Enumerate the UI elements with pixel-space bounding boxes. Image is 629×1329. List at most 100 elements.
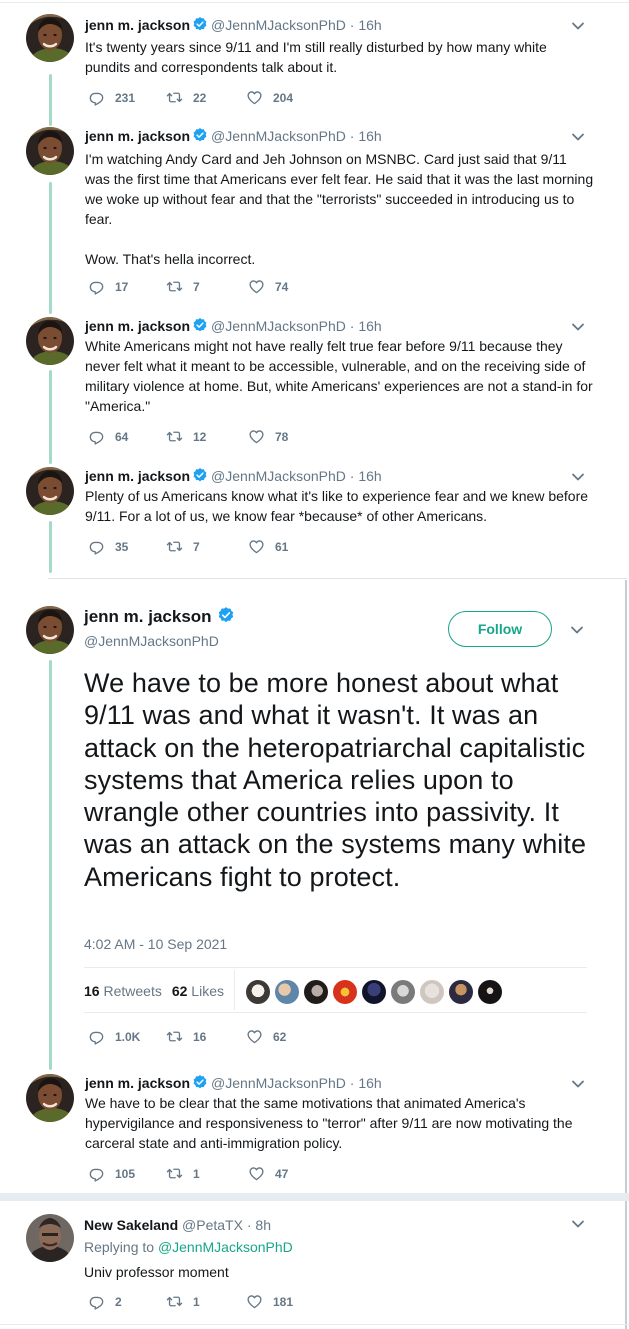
tweet-time[interactable]: 16h (358, 17, 381, 33)
bottom-border (0, 1324, 629, 1325)
liker-avatar[interactable] (304, 980, 328, 1004)
heart-icon (246, 1028, 263, 1045)
reply-icon (88, 1028, 105, 1045)
reply-button[interactable]: 231 (88, 89, 135, 106)
like-button[interactable]: 61 (248, 538, 288, 555)
avatar[interactable] (26, 1074, 74, 1122)
separator: · (349, 128, 355, 144)
chevron-down-icon[interactable] (570, 18, 586, 34)
reply-count: 1.0K (115, 1029, 141, 1044)
liker-avatars (246, 980, 502, 1004)
retweet-button[interactable]: 7 (166, 538, 200, 555)
tweet-header: jenn m. jackson @JennMJacksonPhD · 16h (85, 127, 382, 145)
author-name[interactable]: New Sakeland (84, 1217, 178, 1233)
tweet-header: jenn m. jackson @JennMJacksonPhD · 16h (85, 16, 382, 34)
reply-button[interactable]: 35 (88, 538, 128, 555)
author-handle[interactable]: @JennMJacksonPhD (211, 17, 346, 33)
retweet-icon (166, 1293, 183, 1310)
author-name[interactable]: jenn m. jackson (85, 17, 190, 33)
retweets-stat-label: Retweets (103, 983, 162, 999)
chevron-down-icon[interactable] (570, 469, 586, 485)
chevron-down-icon[interactable] (570, 129, 586, 145)
liker-avatar[interactable] (362, 980, 386, 1004)
retweet-button[interactable]: 7 (166, 278, 200, 295)
liker-avatar[interactable] (420, 980, 444, 1004)
tweet-time[interactable]: 16h (358, 128, 381, 144)
tweet-time[interactable]: 16h (358, 468, 381, 484)
heart-icon (248, 278, 265, 295)
like-button[interactable]: 181 (246, 1293, 293, 1310)
retweet-button[interactable]: 1 (166, 1165, 200, 1182)
avatar[interactable] (26, 606, 74, 654)
tweet-time[interactable]: 16h (358, 1075, 381, 1091)
reply-button[interactable]: 105 (88, 1165, 135, 1182)
avatar[interactable] (26, 127, 74, 175)
reply-button[interactable]: 2 (88, 1293, 122, 1310)
reply-button[interactable]: 17 (88, 278, 128, 295)
tweet[interactable]: jenn m. jackson @JennMJacksonPhD · 16h It… (0, 14, 629, 114)
author-handle[interactable]: @JennMJacksonPhD (84, 633, 219, 649)
reply-button[interactable]: 64 (88, 428, 128, 445)
retweets-stat[interactable]: 16 Retweets (84, 983, 162, 999)
engagement-stats: 16 Retweets 62 Likes (84, 983, 224, 999)
like-count: 61 (275, 539, 289, 554)
liker-avatar[interactable] (391, 980, 415, 1004)
retweet-count: 1 (193, 1166, 200, 1181)
tweet-time[interactable]: 16h (358, 318, 381, 334)
likes-stat-count: 62 (171, 983, 188, 999)
author-name[interactable]: jenn m. jackson (85, 468, 190, 484)
like-button[interactable]: 204 (246, 89, 293, 106)
tweet-text: White Americans might not have really fe… (85, 338, 597, 414)
replying-to-link[interactable]: @JennMJacksonPhD (158, 1239, 293, 1255)
reply-count: 64 (115, 429, 129, 444)
heart-icon (248, 538, 265, 555)
author-name[interactable]: jenn m. jackson (85, 318, 190, 334)
retweet-button[interactable]: 16 (166, 1028, 206, 1045)
retweet-icon (166, 428, 183, 445)
avatar[interactable] (26, 467, 74, 515)
chevron-down-icon[interactable] (570, 319, 586, 335)
tweet[interactable]: jenn m. jackson @JennMJacksonPhD · 16h We… (0, 1074, 629, 1184)
reply-button[interactable]: 1.0K (88, 1028, 140, 1045)
like-button[interactable]: 47 (248, 1165, 288, 1182)
follow-button[interactable]: Follow (448, 611, 552, 647)
avatar[interactable] (26, 14, 74, 62)
author-name[interactable]: jenn m. jackson (85, 128, 190, 144)
verified-badge-icon (192, 127, 208, 143)
author-handle[interactable]: @JennMJacksonPhD (211, 1075, 346, 1091)
author-name[interactable]: jenn m. jackson (85, 1075, 190, 1091)
tweet[interactable]: jenn m. jackson @JennMJacksonPhD · 16h Wh… (0, 317, 629, 457)
retweet-button[interactable]: 1 (166, 1293, 200, 1310)
chevron-down-icon[interactable] (569, 622, 585, 638)
tweet[interactable]: jenn m. jackson @JennMJacksonPhD · 16h Pl… (0, 467, 629, 567)
author-handle[interactable]: @JennMJacksonPhD (211, 128, 346, 144)
retweet-button[interactable]: 12 (166, 428, 206, 445)
chevron-down-icon[interactable] (570, 1216, 586, 1232)
liker-avatar[interactable] (333, 980, 357, 1004)
liker-avatar[interactable] (275, 980, 299, 1004)
liker-avatar[interactable] (478, 980, 502, 1004)
tweet-time[interactable]: 8h (255, 1217, 271, 1233)
likes-stat[interactable]: 62 Likes (172, 983, 224, 999)
retweet-count: 12 (193, 429, 207, 444)
like-button[interactable]: 74 (248, 278, 288, 295)
avatar[interactable] (26, 317, 74, 365)
author-handle[interactable]: @JennMJacksonPhD (211, 318, 346, 334)
liker-avatar[interactable] (246, 980, 270, 1004)
tweet[interactable]: jenn m. jackson @JennMJacksonPhD · 16h I'… (0, 127, 629, 307)
tweet-timestamp[interactable]: 4:02 AM - 10 Sep 2021 (84, 936, 227, 952)
retweet-button[interactable]: 22 (166, 89, 206, 106)
avatar[interactable] (26, 1214, 74, 1262)
like-button[interactable]: 62 (246, 1028, 286, 1045)
conversation-divider (0, 1193, 629, 1201)
liker-avatar[interactable] (449, 980, 473, 1004)
like-count: 74 (275, 279, 289, 294)
author-handle[interactable]: @JennMJacksonPhD (211, 468, 346, 484)
like-button[interactable]: 78 (248, 428, 288, 445)
tweet-text: We have to be clear that the same motiva… (85, 1095, 577, 1151)
author-handle[interactable]: @PetaTX (182, 1217, 243, 1233)
like-count: 62 (273, 1029, 287, 1044)
author-name[interactable]: jenn m. jackson (84, 607, 212, 626)
reply-count: 35 (115, 539, 129, 554)
chevron-down-icon[interactable] (570, 1076, 586, 1092)
